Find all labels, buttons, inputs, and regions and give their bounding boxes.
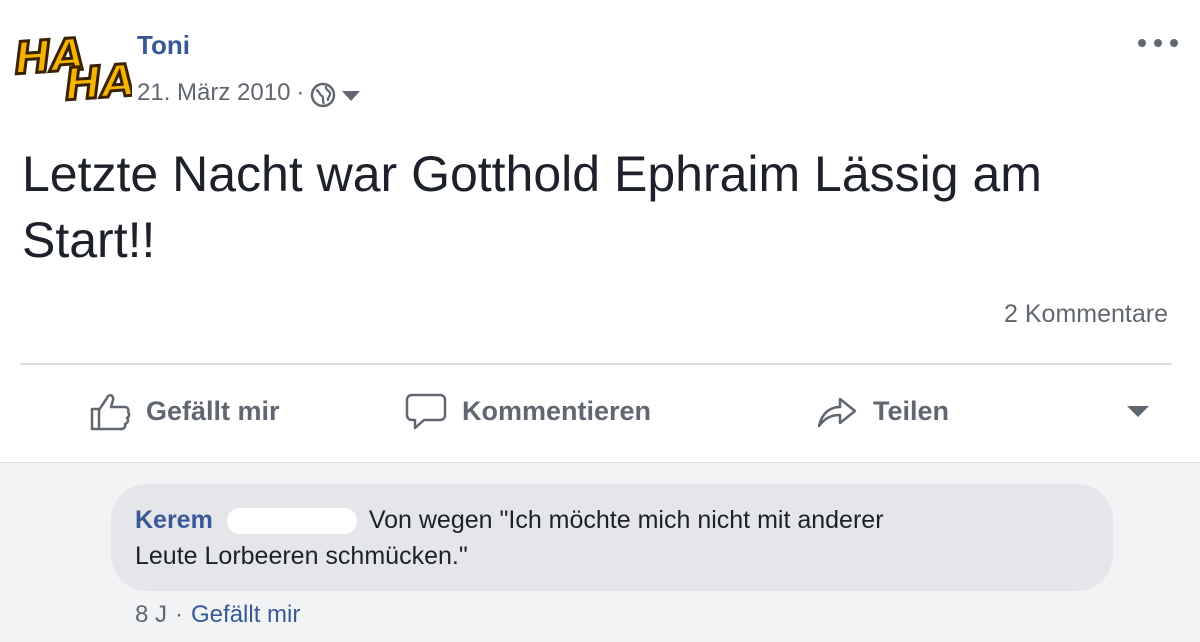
post-author[interactable]: Toni [137, 30, 190, 61]
comment-bubble: Kerem Von wegen "Ich möchte mich nicht mi… [111, 484, 1113, 591]
divider [20, 363, 1172, 365]
like-label: Gefällt mir [146, 395, 280, 426]
comment-like-link[interactable]: Gefällt mir [191, 601, 300, 629]
comment-count-link[interactable]: 2 Kommentare [1004, 300, 1168, 329]
more-dot-icon [1170, 39, 1178, 47]
comment-text-line2: Leute Lorbeeren schmücken." [135, 542, 468, 570]
comments-section: Kerem Von wegen "Ich möchte mich nicht mi… [0, 462, 1200, 642]
comment-text-line1: Von wegen "Ich möchte mich nicht mit and… [368, 506, 884, 534]
post-text: Letzte Nacht war Gotthold Ephraim Lässig… [22, 146, 1042, 268]
comment-author[interactable]: Kerem [135, 506, 213, 534]
comment-age[interactable]: 8 J [135, 601, 167, 629]
share-button[interactable]: Teilen [815, 376, 949, 446]
share-options-caret-icon[interactable] [1127, 406, 1149, 417]
comment-button[interactable]: Kommentieren [404, 376, 651, 446]
privacy-caret-icon[interactable] [342, 91, 361, 101]
comment-separator: · [175, 601, 184, 628]
share-arrow-icon [817, 397, 857, 428]
svg-text:HA: HA [63, 55, 132, 106]
post-card: HA HA Toni 21. März 2010 · Letzte Nacht … [0, 0, 1200, 462]
action-bar: Gefällt mir Kommentieren Teilen [0, 376, 1200, 446]
meta-separator: · [296, 79, 305, 106]
globe-icon[interactable] [310, 82, 336, 108]
like-button[interactable]: Gefällt mir [88, 376, 280, 446]
more-dot-icon [1138, 39, 1146, 47]
redacted-name [226, 508, 357, 535]
post-meta: 21. März 2010 · [137, 78, 361, 108]
comment-label: Kommentieren [462, 395, 652, 426]
speech-bubble-icon [405, 393, 447, 430]
comment-footer: 8 J · Gefällt mir [135, 601, 300, 629]
thumbs-up-icon [90, 394, 131, 431]
post-date[interactable]: 21. März 2010 [137, 79, 290, 107]
more-options-button[interactable] [1138, 28, 1178, 58]
more-dot-icon [1154, 39, 1162, 47]
share-label: Teilen [873, 395, 950, 426]
haha-avatar[interactable]: HA HA [12, 14, 132, 106]
